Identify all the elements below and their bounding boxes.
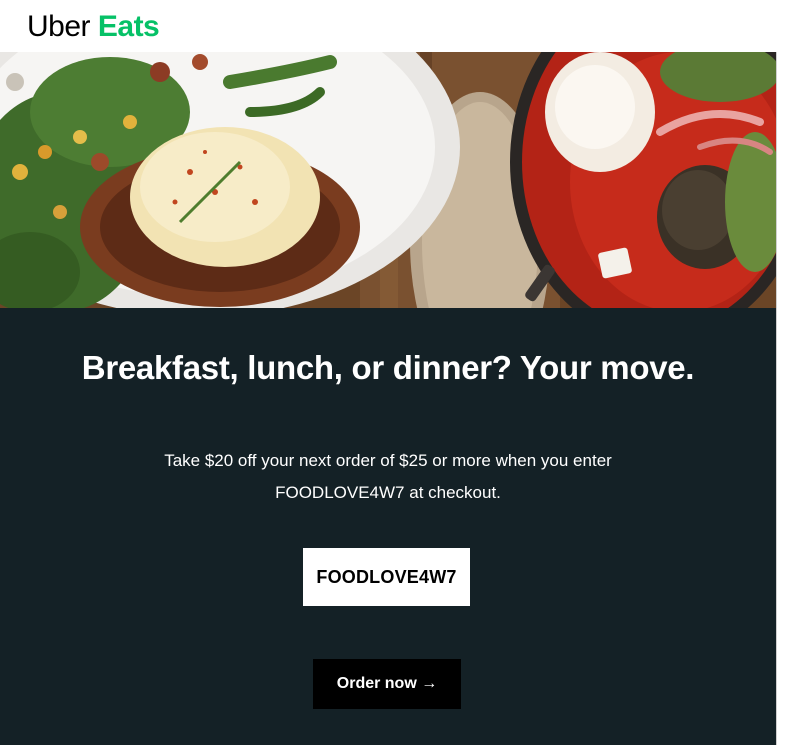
food-photo-illustration — [0, 52, 776, 308]
email-header: Uber Eats — [0, 0, 776, 52]
promo-code-box: FOODLOVE4W7 — [303, 548, 470, 606]
logo-word-uber: Uber — [27, 10, 91, 43]
email-border — [776, 52, 777, 745]
logo-word-eats: Eats — [97, 10, 160, 43]
uber-eats-logo[interactable]: Uber Eats — [27, 9, 160, 45]
order-now-button[interactable]: Order now → — [313, 659, 461, 709]
promo-panel: Breakfast, lunch, or dinner? Your move. … — [0, 308, 776, 745]
promo-description: Take $20 off your next order of $25 or m… — [164, 451, 612, 502]
email-page: Uber Eats Breakfast, lunch, or dinner? Y… — [0, 0, 786, 745]
promo-headline: Breakfast, lunch, or dinner? Your move. — [81, 349, 695, 386]
hero-food-image — [0, 52, 776, 308]
